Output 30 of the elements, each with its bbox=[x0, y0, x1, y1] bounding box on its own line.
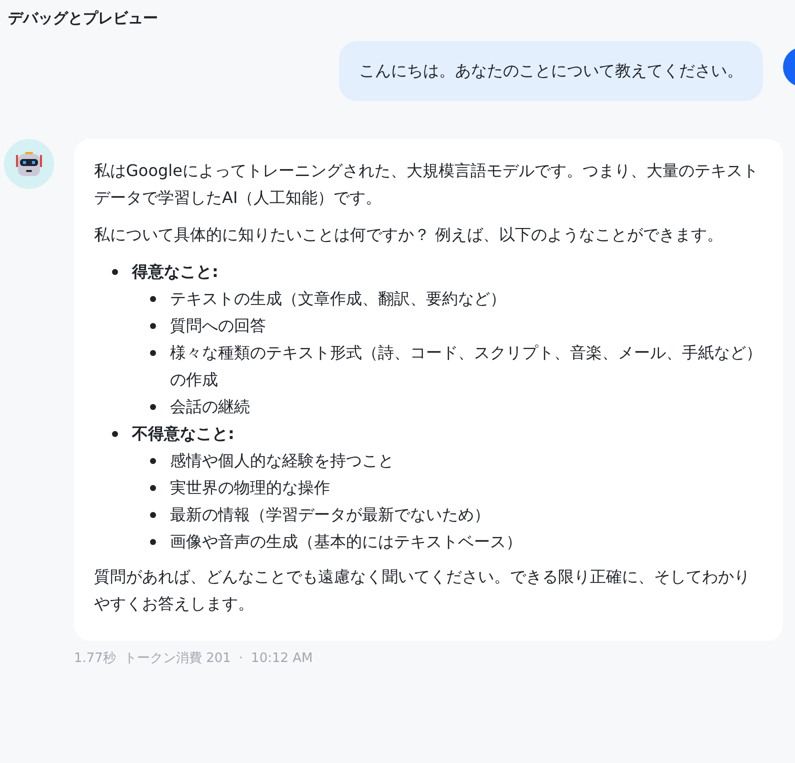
timestamp: 10:12 AM bbox=[251, 650, 313, 668]
token-count: トークン消費 201 bbox=[124, 650, 231, 668]
message-paragraph: 質問があれば、どんなことでも遠慮なく聞いてください。できる限り正確に、そしてわかりやすくお答えします。 bbox=[94, 566, 751, 615]
list-item: 感情や個人的な経験を持つこと bbox=[170, 450, 395, 472]
bullet-icon bbox=[150, 485, 156, 491]
response-time: 1.77秒 bbox=[74, 650, 116, 668]
bullet-icon bbox=[150, 458, 156, 464]
list-item: 不得意なこと: bbox=[132, 423, 236, 445]
bullet-icon bbox=[150, 512, 156, 518]
list-item: 画像や音声の生成（基本的にはテキストベース） bbox=[170, 531, 523, 553]
message-paragraph: 私はGoogleによってトレーニングされた、大規模言語モデルです。つまり、大量のテキストデータで学習したAI（人工知能）です。 bbox=[94, 160, 760, 209]
list-item: テキストの生成（文章作成、翻訳、要約など） bbox=[170, 288, 507, 310]
bullet-icon bbox=[112, 269, 118, 275]
list-item: 得意なこと: bbox=[132, 261, 220, 283]
robot-icon bbox=[14, 151, 44, 177]
bullet-icon bbox=[112, 431, 118, 437]
user-message: こんにちは。あなたのことについて教えてください。 bbox=[339, 41, 763, 101]
list-item: 様々な種類のテキスト形式（詩、コード、スクリプト、音楽、メール、手紙など）の作成 bbox=[170, 342, 763, 391]
list-item: 最新の情報（学習データが最新でないため） bbox=[170, 504, 491, 526]
bullet-icon bbox=[150, 539, 156, 545]
message-paragraph: 私について具体的に知りたいことは何ですか？ 例えば、以下のようなことができます。 bbox=[94, 224, 724, 246]
bullet-icon bbox=[150, 323, 156, 329]
bullet-icon bbox=[150, 350, 156, 356]
separator: · bbox=[238, 650, 244, 668]
bullet-icon bbox=[150, 296, 156, 302]
page-title: デバッグとプレビュー bbox=[8, 8, 158, 29]
list-item: 実世界の物理的な操作 bbox=[170, 477, 331, 499]
list-item: 質問への回答 bbox=[170, 315, 267, 337]
bullet-icon bbox=[150, 404, 156, 410]
list-item: 会話の継続 bbox=[170, 396, 251, 418]
